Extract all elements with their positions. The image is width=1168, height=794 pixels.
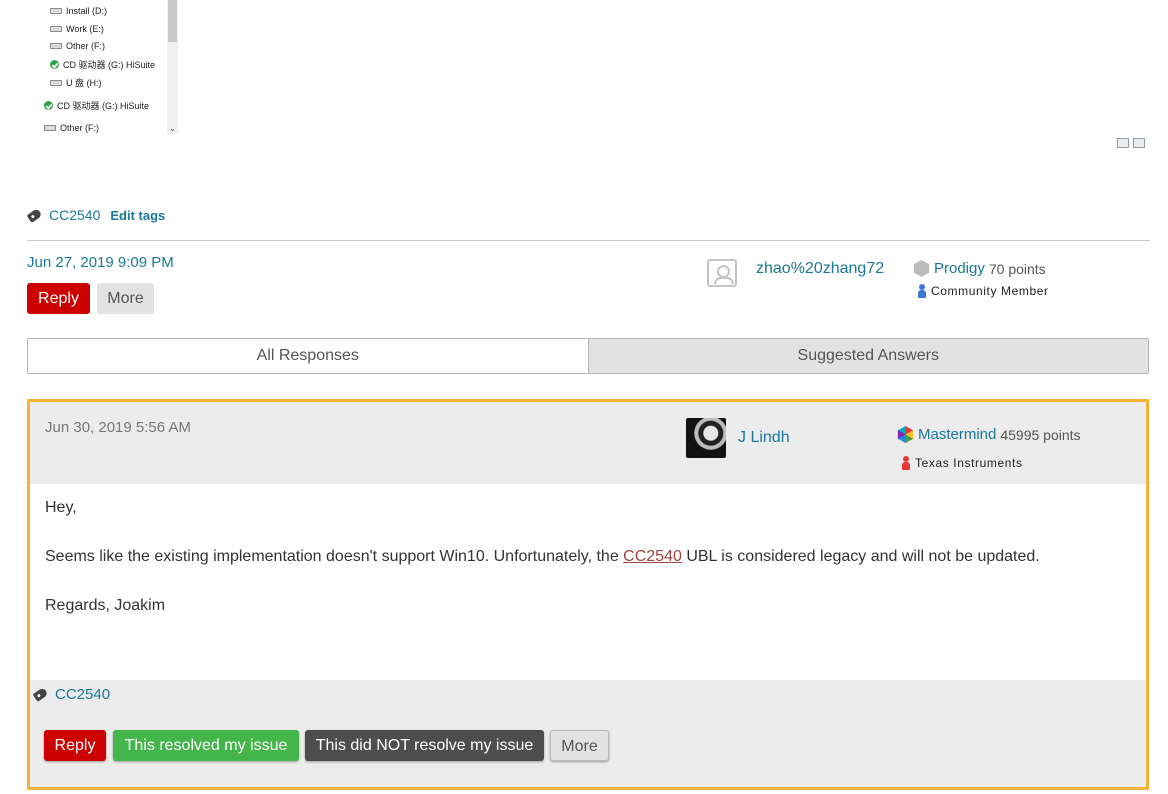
answer-footer: CC2540 Reply This resolved my issue This… — [30, 680, 1146, 787]
details-view-icon[interactable] — [1117, 138, 1129, 148]
prodigy-badge-icon — [913, 260, 930, 277]
tag-link-cc2540[interactable]: CC2540 — [49, 207, 100, 223]
not-resolved-button[interactable]: This did NOT resolve my issue — [305, 730, 544, 761]
question-author-name[interactable]: zhao%20zhang72 — [756, 260, 884, 278]
suggested-answer-card: Jun 30, 2019 5:56 AM J Lindh Mastermind … — [27, 399, 1149, 790]
view-mode-toggles — [1117, 138, 1145, 148]
answer-signoff: Regards, Joakim — [45, 597, 166, 615]
question-more-button[interactable]: More — [97, 283, 154, 314]
tree-scrollbar[interactable]: ⌄ — [167, 0, 178, 134]
cc2540-inline-link[interactable]: CC2540 — [623, 548, 682, 565]
author-points: 70 points — [988, 260, 1046, 277]
ti-employee-icon — [902, 456, 910, 470]
tree-item-other-root[interactable]: Other (F:) — [44, 123, 99, 133]
tree-item-cd-root[interactable]: CD 驱动器 (G:) HiSuite — [44, 99, 149, 112]
drive-icon — [50, 8, 62, 14]
file-tree: Install (D:) Work (E:) Other (F:) CD 驱动器… — [30, 0, 180, 135]
answer-author-role: Texas Instruments — [902, 456, 1023, 470]
answer-author-name[interactable]: J Lindh — [738, 429, 790, 447]
cd-drive-icon — [44, 101, 53, 110]
question-reply-button[interactable]: Reply — [27, 283, 90, 314]
answer-header: Jun 30, 2019 5:56 AM J Lindh Mastermind … — [30, 402, 1146, 484]
question-tags: CC2540 Edit tags — [26, 207, 165, 223]
rank-link[interactable]: Mastermind — [918, 426, 996, 443]
scroll-down-arrow-icon[interactable]: ⌄ — [168, 124, 177, 133]
tag-link-cc2540[interactable]: CC2540 — [55, 686, 110, 703]
rank-link[interactable]: Prodigy — [934, 260, 985, 277]
mastermind-badge-icon — [897, 426, 914, 443]
answer-body: Hey, Seems like the existing implementat… — [45, 498, 1040, 646]
drive-icon — [50, 79, 62, 86]
drive-icon — [50, 26, 62, 32]
tree-item-work[interactable]: Work (E:) — [50, 24, 104, 34]
question-author-role: Community Member — [918, 284, 1049, 298]
tab-all-responses[interactable]: All Responses — [28, 339, 588, 373]
tree-item-cd[interactable]: CD 驱动器 (G:) HiSuite — [50, 58, 155, 71]
response-tabs: All Responses Suggested Answers — [27, 338, 1149, 374]
tree-item-other[interactable]: Other (F:) — [50, 41, 105, 51]
cd-drive-icon — [50, 60, 59, 69]
edit-tags-link[interactable]: Edit tags — [110, 208, 165, 223]
question-author-rank: Prodigy 70 points — [913, 260, 1046, 277]
answer-tags: CC2540 — [32, 686, 110, 703]
answer-author-rank: Mastermind 45995 points — [897, 426, 1081, 443]
tab-suggested-answers[interactable]: Suggested Answers — [587, 339, 1148, 373]
divider — [27, 240, 1150, 241]
default-avatar-icon[interactable] — [707, 259, 737, 287]
tree-item-install[interactable]: Install (D:) — [50, 6, 107, 16]
answer-reply-button[interactable]: Reply — [44, 730, 106, 761]
tree-item-usb[interactable]: U 盘 (H:) — [50, 76, 102, 89]
drive-icon — [50, 43, 62, 49]
author-points: 45995 points — [1000, 426, 1081, 443]
large-icons-view-icon[interactable] — [1133, 138, 1145, 148]
tag-icon — [26, 207, 43, 223]
answer-greeting: Hey, — [45, 499, 77, 516]
answer-text: Seems like the existing implementation d… — [45, 548, 1040, 566]
resolved-button[interactable]: This resolved my issue — [113, 730, 299, 761]
answer-date-link[interactable]: Jun 30, 2019 5:56 AM — [45, 419, 191, 436]
answer-more-button[interactable]: More — [550, 730, 609, 761]
scrollbar-thumb[interactable] — [168, 0, 177, 42]
tag-icon — [32, 687, 49, 702]
question-date-link[interactable]: Jun 27, 2019 9:09 PM — [27, 254, 174, 271]
community-member-icon — [918, 284, 926, 298]
avatar[interactable] — [686, 418, 726, 458]
drive-icon — [44, 125, 56, 131]
